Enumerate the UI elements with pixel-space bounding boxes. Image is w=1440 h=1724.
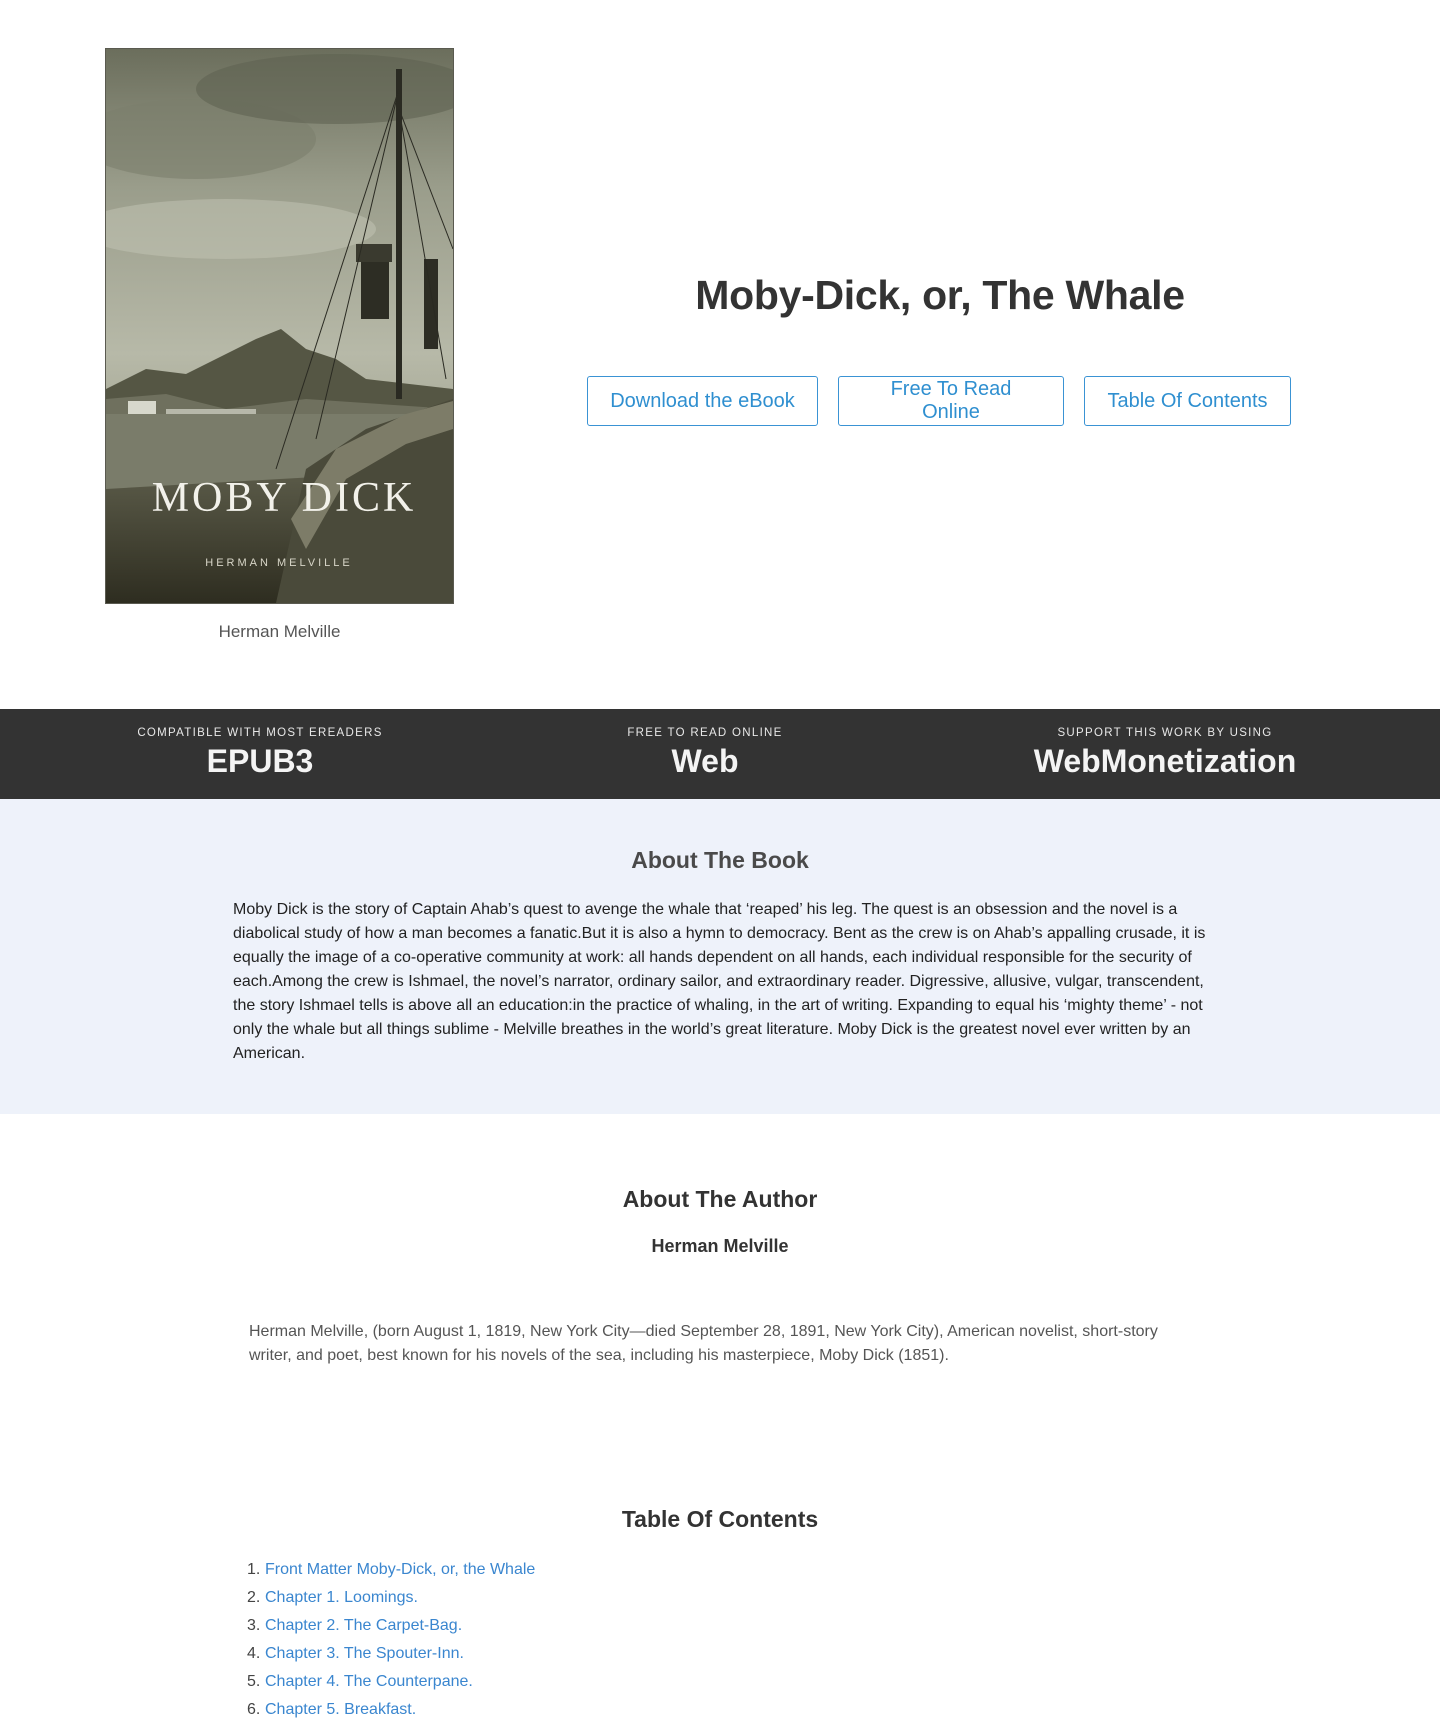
about-author-heading: About The Author — [622, 1186, 818, 1212]
author-bio: Herman Melville, (born August 1, 1819, N… — [249, 1323, 1158, 1364]
feature-title: EPUB3 — [206, 743, 314, 779]
read-online-button[interactable]: Free To Read Online — [838, 376, 1064, 426]
feature-web: FREE TO READ ONLINE Web — [555, 709, 855, 780]
toc-link[interactable]: Front Matter Moby-Dick, or, the Whale — [265, 1561, 535, 1578]
toc-item: 3. Chapter 2. The Carpet-Bag. — [247, 1612, 535, 1640]
toc-item-number: 5. — [247, 1673, 261, 1690]
author-name: Herman Melville — [651, 1236, 789, 1256]
toc-list: 1. Front Matter Moby-Dick, or, the Whale … — [247, 1556, 535, 1724]
toc-link[interactable]: Chapter 2. The Carpet-Bag. — [265, 1617, 462, 1634]
feature-caption: COMPATIBLE WITH MOST EREADERS — [137, 727, 383, 739]
toc-item-number: 1. — [247, 1561, 261, 1578]
about-book-heading: About The Book — [631, 847, 809, 873]
hero-section: MOBY DICK HERMAN MELVILLE Herman Melvill… — [0, 0, 1440, 709]
cover-author-text: HERMAN MELVILLE — [205, 557, 353, 569]
features-bar: COMPATIBLE WITH MOST EREADERS EPUB3 FREE… — [0, 709, 1440, 799]
download-ebook-button[interactable]: Download the eBook — [587, 376, 818, 426]
cover-title-text: MOBY DICK — [152, 475, 417, 521]
toc-item: 5. Chapter 4. The Counterpane. — [247, 1668, 535, 1696]
book-description: Moby Dick is the story of Captain Ahab’s… — [233, 901, 1206, 1062]
toc-item-number: 4. — [247, 1645, 261, 1662]
feature-caption: FREE TO READ ONLINE — [627, 727, 783, 739]
toc-item: 6. Chapter 5. Breakfast. — [247, 1696, 535, 1724]
toc-item: 1. Front Matter Moby-Dick, or, the Whale — [247, 1556, 535, 1584]
toc-item-number: 3. — [247, 1617, 261, 1634]
feature-caption: SUPPORT THIS WORK BY USING — [1057, 727, 1273, 739]
feature-epub3: COMPATIBLE WITH MOST EREADERS EPUB3 — [110, 709, 410, 780]
toc-item: 2. Chapter 1. Loomings. — [247, 1584, 535, 1612]
toc-link[interactable]: Chapter 5. Breakfast. — [265, 1701, 416, 1718]
feature-webmonetization: SUPPORT THIS WORK BY USING WebMonetizati… — [1000, 709, 1330, 780]
feature-title: WebMonetization — [1033, 743, 1297, 779]
table-of-contents-button[interactable]: Table Of Contents — [1084, 376, 1291, 426]
toc-item-number: 2. — [247, 1589, 261, 1606]
toc-link[interactable]: Chapter 3. The Spouter-Inn. — [265, 1645, 464, 1662]
toc-item-number: 6. — [247, 1701, 261, 1718]
cover-artwork: MOBY DICK HERMAN MELVILLE — [106, 49, 453, 603]
toc-link[interactable]: Chapter 4. The Counterpane. — [265, 1673, 473, 1690]
hero-button-group: Download the eBook Free To Read Online T… — [587, 376, 1291, 426]
toc-item: 4. Chapter 3. The Spouter-Inn. — [247, 1640, 535, 1668]
cover-caption-author: Herman Melville — [218, 622, 341, 641]
feature-title: Web — [671, 743, 739, 779]
about-book-section: About The Book Moby Dick is the story of… — [0, 799, 1440, 1114]
toc-heading: Table Of Contents — [621, 1506, 819, 1532]
book-title: Moby-Dick, or, The Whale — [695, 272, 1185, 318]
toc-link[interactable]: Chapter 1. Loomings. — [265, 1589, 418, 1606]
book-cover-image[interactable]: MOBY DICK HERMAN MELVILLE — [105, 48, 454, 604]
